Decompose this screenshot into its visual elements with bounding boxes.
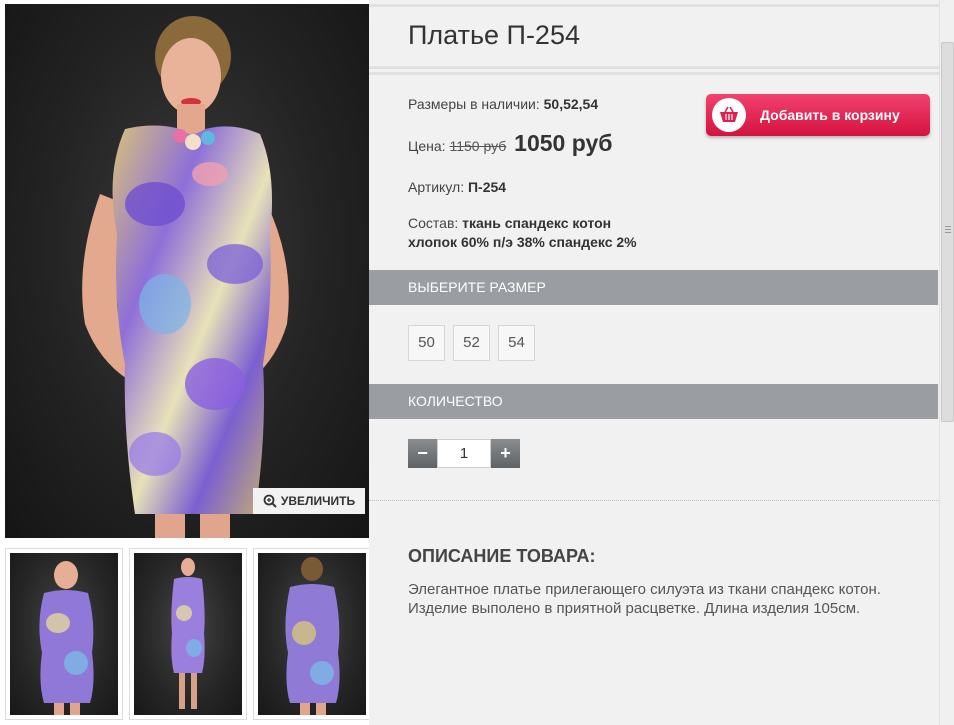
sku-row: Артикул: П-254 — [408, 179, 506, 195]
quantity-increase-button[interactable]: + — [491, 439, 520, 468]
thumbnail-strip — [5, 548, 371, 720]
price-label: Цена: — [408, 138, 446, 154]
sizes-available-label: Размеры в наличии: — [408, 96, 540, 112]
thumbnail-front[interactable] — [5, 548, 123, 720]
title-divider-2 — [369, 72, 939, 75]
composition-value-line1: ткань спандекс котон — [462, 215, 612, 231]
size-section-header: ВЫБЕРИТЕ РАЗМЕР — [369, 270, 938, 305]
add-to-cart-label: Добавить в корзину — [760, 107, 900, 123]
product-title: Платье П-254 — [408, 20, 580, 50]
main-product-photo[interactable]: УВЕЛИЧИТЬ — [5, 4, 369, 538]
zoom-in-icon — [263, 494, 277, 508]
thumbnail-full-length[interactable] — [129, 548, 247, 720]
vertical-scrollbar[interactable] — [939, 0, 954, 725]
quantity-stepper: − + — [408, 439, 520, 468]
thumbnail-full-length-image — [171, 558, 205, 709]
basket-icon — [712, 98, 746, 132]
scrollbar-thumb[interactable] — [941, 42, 954, 422]
composition-row: Состав: ткань спандекс котон хлопок 60% … — [408, 214, 637, 252]
dress-model-image — [82, 16, 289, 538]
quantity-input[interactable] — [437, 439, 491, 468]
size-option-50[interactable]: 50 — [408, 325, 445, 361]
add-to-cart-button[interactable]: Добавить в корзину — [706, 94, 930, 136]
sizes-available-value: 50,52,54 — [543, 96, 599, 112]
quantity-section-header: КОЛИЧЕСТВО — [369, 384, 938, 419]
description-divider — [369, 500, 939, 501]
thumbnail-back[interactable] — [253, 548, 371, 720]
new-price: 1050 руб — [514, 130, 613, 156]
product-info-panel: Платье П-254 Размеры в наличии: 50,52,54… — [369, 0, 939, 725]
top-divider — [369, 4, 939, 7]
zoom-label: УВЕЛИЧИТЬ — [280, 494, 356, 508]
old-price: 1150 руб — [449, 138, 507, 154]
size-option-54[interactable]: 54 — [498, 325, 535, 361]
size-option-52[interactable]: 52 — [453, 325, 490, 361]
description-text: Элегантное платье прилегающего силуэта и… — [408, 581, 881, 617]
sku-value: П-254 — [467, 179, 507, 195]
quantity-decrease-button[interactable]: − — [408, 439, 437, 468]
thumbnail-front-image — [39, 561, 94, 715]
zoom-button[interactable]: УВЕЛИЧИТЬ — [253, 488, 365, 514]
sizes-available: Размеры в наличии: 50,52,54 — [408, 96, 598, 112]
description-title: ОПИСАНИЕ ТОВАРА: — [408, 546, 596, 566]
composition-value-line2: хлопок 60% п/э 38% спандекс 2% — [408, 234, 637, 250]
sku-label: Артикул: — [408, 179, 465, 195]
composition-label: Состав: — [408, 215, 459, 231]
title-divider-1 — [369, 66, 939, 69]
scrollbar-grip-icon — [945, 226, 951, 233]
price-row: Цена: 1150 руб 1050 руб — [408, 130, 612, 157]
thumbnail-back-image — [285, 557, 340, 715]
